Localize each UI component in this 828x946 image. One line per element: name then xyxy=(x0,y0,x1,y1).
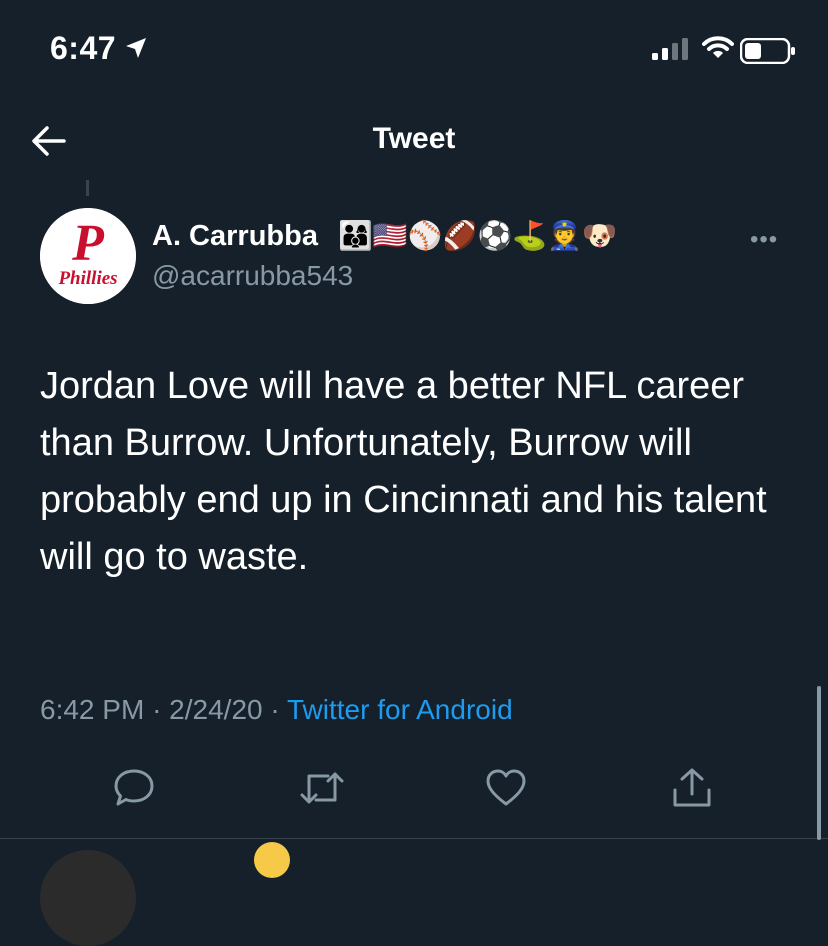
reply-icon[interactable] xyxy=(112,766,156,810)
phillies-logo: P Phillies xyxy=(40,208,136,304)
tweet-source-link[interactable]: Twitter for Android xyxy=(287,694,513,725)
cellular-signal-icon xyxy=(652,38,688,60)
scrollbar[interactable] xyxy=(817,686,821,840)
svg-text:P: P xyxy=(71,215,105,272)
divider xyxy=(0,838,828,839)
retweet-icon[interactable] xyxy=(298,766,346,810)
wifi-icon xyxy=(702,36,734,58)
thread-connector xyxy=(86,180,89,196)
tweet-date: 2/24/20 xyxy=(169,694,263,725)
author-handle[interactable]: @acarrubba543 xyxy=(152,260,353,292)
author-name[interactable]: A. Carrubba xyxy=(152,220,318,253)
battery-icon xyxy=(740,38,795,64)
avatar[interactable]: P Phillies xyxy=(40,208,136,304)
meta-separator: · xyxy=(270,694,280,725)
svg-text:Phillies: Phillies xyxy=(57,268,117,289)
tweet-actions xyxy=(0,760,828,820)
meta-separator: · xyxy=(152,694,162,725)
status-bar: 6:47 xyxy=(0,0,828,100)
status-time: 6:47 xyxy=(50,30,117,66)
like-icon[interactable] xyxy=(484,766,528,810)
next-reply-avatar[interactable] xyxy=(40,850,136,946)
tweet-text: Jordan Love will have a better NFL caree… xyxy=(40,365,767,578)
tweet-meta: 6:42 PM · 2/24/20 · Twitter for Android xyxy=(40,694,513,726)
next-reply-emoji xyxy=(254,842,290,878)
share-icon[interactable] xyxy=(670,766,714,810)
header-bar: Tweet xyxy=(0,100,828,180)
more-options-icon[interactable]: ••• xyxy=(750,226,778,254)
tweet-time: 6:42 PM xyxy=(40,694,145,725)
name-emojis: 👨‍👩‍👦🇺🇸⚾🏈⚽⛳👮🐶 xyxy=(338,220,617,251)
page-title: Tweet xyxy=(372,122,456,155)
location-arrow-icon xyxy=(126,38,146,58)
